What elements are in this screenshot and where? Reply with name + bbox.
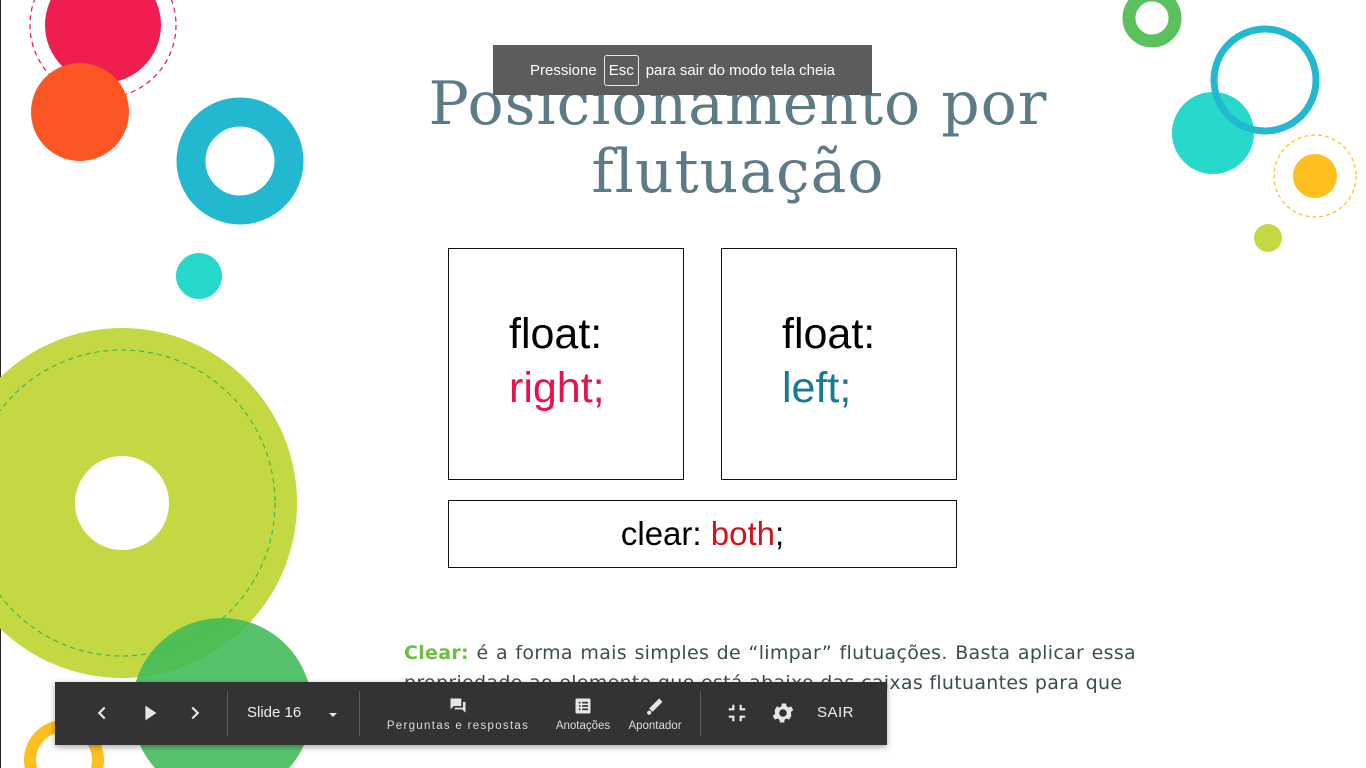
slide-selector[interactable]: Slide 16	[247, 704, 345, 726]
notes-icon	[575, 698, 591, 714]
settings-button[interactable]	[770, 700, 796, 726]
float-left-value: left;	[782, 364, 852, 412]
gear-icon	[772, 703, 794, 723]
play-button[interactable]	[139, 702, 161, 724]
chevron-down-icon	[329, 713, 337, 717]
previous-slide-button[interactable]	[91, 702, 113, 724]
forum-icon	[450, 698, 466, 713]
chevron-left-icon	[97, 706, 106, 720]
fullscreen-exit-icon	[728, 704, 746, 722]
float-right-property: float:	[509, 310, 603, 358]
toolbar-divider	[227, 691, 228, 736]
slide-selector-label: Slide 16	[247, 704, 302, 721]
clear-both-box: clear: both;	[448, 500, 957, 568]
next-slide-button[interactable]	[184, 702, 206, 724]
float-left-property: float:	[782, 310, 876, 358]
fullscreen-notice-suffix: para sair do modo tela cheia	[645, 61, 835, 79]
notes-button[interactable]: Anotações	[553, 694, 613, 738]
esc-key-badge: Esc	[603, 54, 639, 86]
float-right-value: right;	[509, 364, 605, 412]
qa-label: Perguntas e respostas	[386, 720, 530, 732]
clear-semicolon: ;	[774, 515, 785, 552]
play-icon	[145, 705, 157, 721]
pointer-label: Apontador	[628, 720, 682, 732]
fullscreen-notice: Pressione Esc para sair do modo tela che…	[493, 45, 872, 95]
clear-value: both	[710, 515, 775, 552]
laser-pointer-icon	[647, 698, 663, 715]
exit-button[interactable]: SAIR	[817, 704, 854, 722]
toolbar-divider	[359, 691, 360, 736]
qa-button[interactable]: Perguntas e respostas	[377, 694, 539, 738]
pointer-button[interactable]: Apontador	[625, 694, 685, 738]
exit-label: SAIR	[817, 704, 855, 721]
fullscreen-notice-prefix: Pressione	[530, 61, 597, 79]
clear-term: Clear:	[404, 642, 469, 664]
slide-title-line-2: flutuação	[591, 137, 885, 207]
exit-fullscreen-button[interactable]	[726, 702, 748, 724]
toolbar-divider	[700, 691, 701, 736]
notes-label: Anotações	[555, 720, 611, 732]
float-left-box: float: left;	[721, 248, 957, 480]
presenter-toolbar: Slide 16 Perguntas e respostas Anotações…	[55, 682, 887, 745]
chevron-right-icon	[191, 706, 200, 720]
float-right-box: float: right;	[448, 248, 684, 480]
clear-property: clear:	[620, 515, 702, 552]
